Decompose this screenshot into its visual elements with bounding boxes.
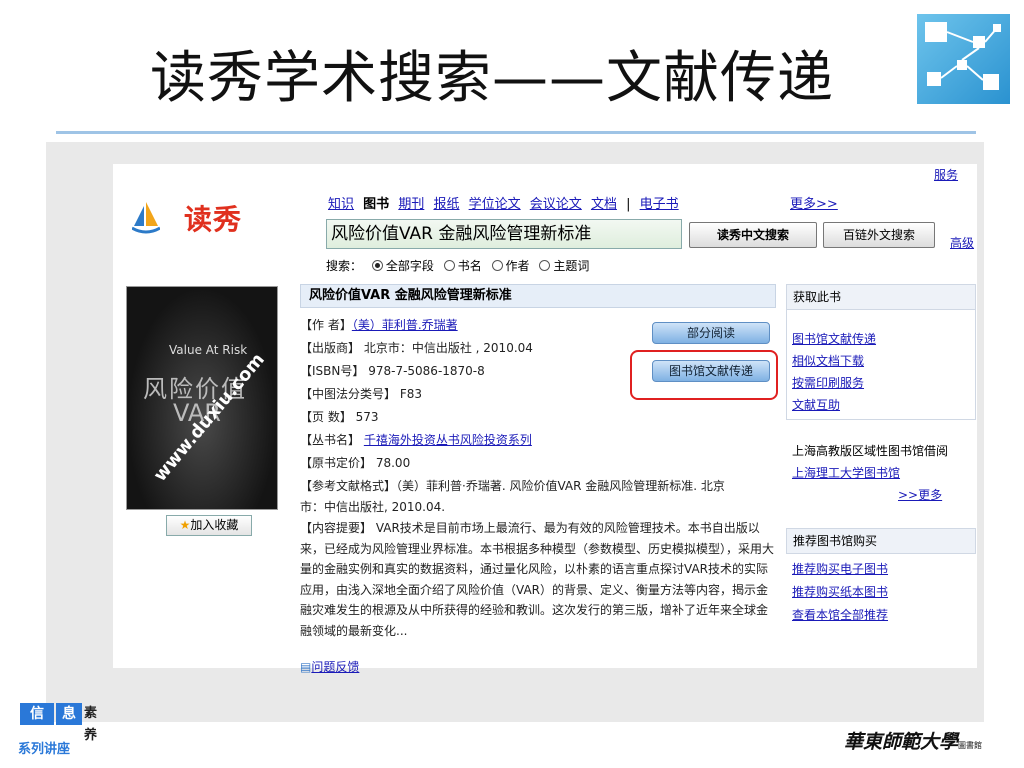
scope-option-author[interactable]: 作者 [506,259,530,273]
search-input[interactable]: 风险价值VAR 金融风险管理新标准 [326,219,682,249]
more-link[interactable]: 更多>> [790,193,838,212]
cover-en-title: Value At Risk [169,343,248,357]
foreign-search-button[interactable]: 百链外文搜索 [823,222,935,248]
service-link[interactable]: 服务 [934,166,958,183]
author-link[interactable]: （美）菲利普.乔瑞著 [352,318,458,332]
link-doc-delivery[interactable]: 图书馆文献传递 [792,330,876,347]
link-document-mutual-aid[interactable]: 文献互助 [792,396,840,413]
nav-journals[interactable]: 期刊 [398,197,424,212]
recommend-print-link[interactable]: 推荐购买纸本图书 [792,583,888,600]
field-isbn: 【ISBN号】 978-7-5086-1870-8 [300,364,485,378]
footer-series: 系列讲座 [18,742,71,757]
book-title: 风险价值VAR 金融风险管理新标准 [300,284,776,308]
chinese-search-button[interactable]: 读秀中文搜索 [689,222,817,248]
search-nav: 知识 图书 期刊 报纸 学位论文 会议论文 文档 | 电子书 [328,193,684,212]
region-text: 上海高教版区域性图书馆借阅 [792,444,949,458]
recommend-header: 推荐图书馆购买 [786,528,976,554]
link-print-on-demand[interactable]: 按需印刷服务 [792,374,864,391]
scope-option-all[interactable]: 全部字段 [386,259,434,273]
get-book-header: 获取此书 [786,284,976,310]
nav-conference[interactable]: 会议论文 [530,197,582,212]
nav-ebooks[interactable]: 电子书 [640,197,679,212]
field-pages: 【页 数】 573 [300,410,379,424]
duxiu-sail-icon [131,200,161,238]
network-logo-icon [917,14,1010,104]
search-scope: 搜索： 全部字段 书名 作者 主题词 [326,257,589,274]
nav-books[interactable]: 图书 [363,197,389,212]
scope-radio-author[interactable] [491,260,503,271]
scope-option-subject[interactable]: 主题词 [553,259,589,273]
scope-radio-all[interactable] [371,260,383,271]
recommend-all-link[interactable]: 查看本馆全部推荐 [792,606,888,623]
nav-theses[interactable]: 学位论文 [469,197,521,212]
series-link[interactable]: 千禧海外投资丛书风险投资系列 [364,433,532,447]
nav-newspapers[interactable]: 报纸 [433,197,459,212]
citation-line-1: 【参考文献格式】（美）菲利普·乔瑞著. 风险价值VAR 金融风险管理新标准. 北… [300,479,725,493]
scope-option-title[interactable]: 书名 [458,259,482,273]
duxiu-logo[interactable]: 读秀 [184,198,242,238]
add-favorite-label: 加入收藏 [190,518,239,532]
book-cover[interactable]: Value At Risk 风险价值 VAR www.duxiu.com [126,286,278,510]
book-summary: 【内容提要】 VAR技术是目前市场上最流行、最为有效的风险管理技术。本书自出版以… [300,521,775,638]
nav-documents[interactable]: 文档 [591,197,617,212]
scope-radio-title[interactable] [443,260,455,271]
feedback-icon: ▤ [300,660,312,674]
field-clc: 【中图法分类号】 F83 [300,387,423,401]
citation-line-2: 市：中信出版社, 2010.04. [300,500,446,514]
star-icon: ★ [179,518,191,532]
field-publisher: 【出版商】 北京市：中信出版社 , 2010.04 [300,341,533,355]
recommend-ebook-link[interactable]: 推荐购买电子图书 [792,560,888,577]
region-library-link[interactable]: 上海理工大学图书馆 [792,464,900,481]
nav-knowledge[interactable]: 知识 [328,197,354,212]
partial-read-button[interactable]: 部分阅读 [652,322,770,344]
slide-title: 读秀学术搜索——文献传递 [150,46,834,111]
ecnu-library: 圖書館 [958,741,983,750]
field-author: 【作 者】（美）菲利普.乔瑞著 [300,318,458,332]
link-similar-download[interactable]: 相似文档下载 [792,352,864,369]
tag-info-1: 信 [20,703,54,725]
ecnu-logo: 華東師範大學圖書館 [844,731,983,753]
region-more-link[interactable]: >>更多 [898,486,942,503]
field-price: 【原书定价】 78.00 [300,456,411,470]
scope-radio-subject[interactable] [539,260,551,271]
field-series: 【丛书名】 千禧海外投资丛书风险投资系列 [300,433,532,447]
advanced-search-link[interactable]: 高级 [950,234,974,251]
footer-tag: 信 息 素养 [18,703,104,743]
slide: 读秀学术搜索——文献传递 读秀 服务 知识 图书 期刊 报纸 学位论文 会议论文… [0,0,1024,768]
scope-label: 搜索： [326,259,363,273]
tag-info-2: 息 [56,703,82,725]
tag-literacy: 素养 [84,706,98,743]
title-divider [56,131,976,134]
feedback-link[interactable]: ▤问题反馈 [300,658,359,675]
highlight-box [630,350,778,400]
add-favorite-button[interactable]: ★加入收藏 [166,515,252,536]
nav-separator: | [626,197,631,212]
